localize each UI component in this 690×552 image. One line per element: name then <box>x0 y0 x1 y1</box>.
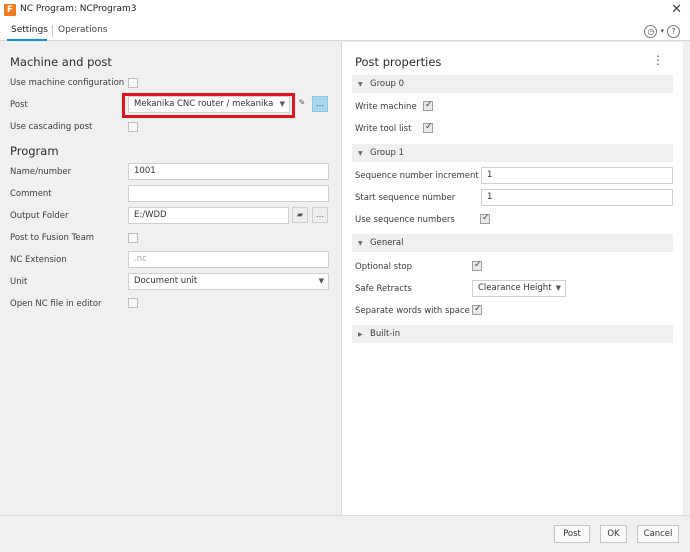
chevron-down-icon: ▼ <box>318 277 324 285</box>
use-cascading-post-label: Use cascading post <box>10 122 93 132</box>
tab-settings[interactable]: Settings <box>11 25 48 35</box>
unit-select[interactable]: Document unit ▼ <box>128 273 329 290</box>
fusion-app-icon: F <box>4 4 16 16</box>
browse-post-button[interactable]: … <box>312 96 328 112</box>
start-seq-label: Start sequence number <box>355 193 456 203</box>
group-0-header[interactable]: ▼ Group 0 <box>352 75 673 93</box>
chevron-right-icon: ▶ <box>358 331 363 338</box>
built-in-header[interactable]: ▶ Built-in <box>352 325 673 343</box>
nc-extension-input[interactable]: .nc <box>128 251 329 268</box>
output-folder-label: Output Folder <box>10 211 69 221</box>
post-properties-panel <box>341 42 683 515</box>
edit-pencil-icon[interactable]: ✎ <box>294 96 310 112</box>
write-tool-list-label: Write tool list <box>355 124 412 134</box>
start-seq-input[interactable]: 1 <box>481 189 673 206</box>
seq-increment-label: Sequence number increment <box>355 171 479 181</box>
open-nc-checkbox[interactable] <box>128 298 138 308</box>
machine-and-post-title: Machine and post <box>10 55 112 69</box>
chevron-down-icon: ▼ <box>358 81 363 88</box>
chevron-down-icon: ▼ <box>358 150 363 157</box>
clock-icon[interactable]: ◷ <box>644 24 658 38</box>
post-highlight-box <box>122 93 295 118</box>
cancel-button[interactable]: Cancel <box>637 525 679 543</box>
close-icon[interactable]: ✕ <box>671 1 682 19</box>
tab-bar: Settings Operations <box>0 21 690 41</box>
optional-stop-label: Optional stop <box>355 262 412 272</box>
toolbar-icons: ◷ ▾ ? <box>644 23 680 39</box>
safe-retracts-select[interactable]: Clearance Height ▼ <box>472 280 566 297</box>
general-header[interactable]: ▼ General <box>352 234 673 252</box>
safe-retracts-label: Safe Retracts <box>355 284 412 294</box>
post-to-team-label: Post to Fusion Team <box>10 233 95 243</box>
name-number-input[interactable]: 1001 <box>128 163 329 180</box>
post-properties-title: Post properties <box>355 55 442 69</box>
chevron-down-icon[interactable]: ▾ <box>660 27 664 35</box>
unit-label: Unit <box>10 277 28 287</box>
unit-select-value: Document unit <box>134 276 198 286</box>
chevron-down-icon: ▼ <box>358 240 363 247</box>
help-icon[interactable]: ? <box>667 24 680 38</box>
write-tool-list-checkbox[interactable] <box>423 122 433 133</box>
window-title: NC Program: NCProgram3 <box>20 4 137 14</box>
tab-operations[interactable]: Operations <box>58 25 107 35</box>
program-title: Program <box>10 144 59 158</box>
nc-extension-label: NC Extension <box>10 255 67 265</box>
post-to-team-checkbox[interactable] <box>128 233 138 243</box>
use-machine-config-label: Use machine configuration <box>10 78 125 88</box>
optional-stop-checkbox[interactable] <box>472 260 482 271</box>
write-machine-checkbox[interactable] <box>423 100 433 111</box>
write-machine-label: Write machine <box>355 102 417 112</box>
more-options-icon[interactable]: ⋮ <box>652 54 664 66</box>
ok-button[interactable]: OK <box>600 525 627 543</box>
active-tab-indicator <box>7 39 47 41</box>
use-seq-checkbox[interactable] <box>480 213 490 224</box>
output-folder-input[interactable]: E:/WDD <box>128 207 289 224</box>
browse-folder-button[interactable]: … <box>312 207 328 223</box>
comment-input[interactable] <box>128 185 329 202</box>
tab-separator <box>52 25 53 37</box>
title-bar: F NC Program: NCProgram3 ✕ <box>0 0 690 21</box>
group-1-header[interactable]: ▼ Group 1 <box>352 144 673 162</box>
separate-words-label: Separate words with space <box>355 306 470 316</box>
safe-retracts-value: Clearance Height <box>478 283 552 293</box>
open-nc-label: Open NC file in editor <box>10 299 102 309</box>
use-machine-config-checkbox[interactable] <box>128 78 138 88</box>
folder-icon[interactable]: ▰ <box>292 207 308 223</box>
post-label: Post <box>10 100 28 110</box>
name-number-label: Name/number <box>10 167 72 177</box>
post-button[interactable]: Post <box>554 525 590 543</box>
use-seq-label: Use sequence numbers <box>355 215 455 225</box>
chevron-down-icon: ▼ <box>555 284 561 292</box>
separate-words-checkbox[interactable] <box>472 304 482 315</box>
use-cascading-post-checkbox[interactable] <box>128 122 138 132</box>
seq-increment-input[interactable]: 1 <box>481 167 673 184</box>
panel-gutter <box>683 42 690 515</box>
comment-label: Comment <box>10 189 52 199</box>
